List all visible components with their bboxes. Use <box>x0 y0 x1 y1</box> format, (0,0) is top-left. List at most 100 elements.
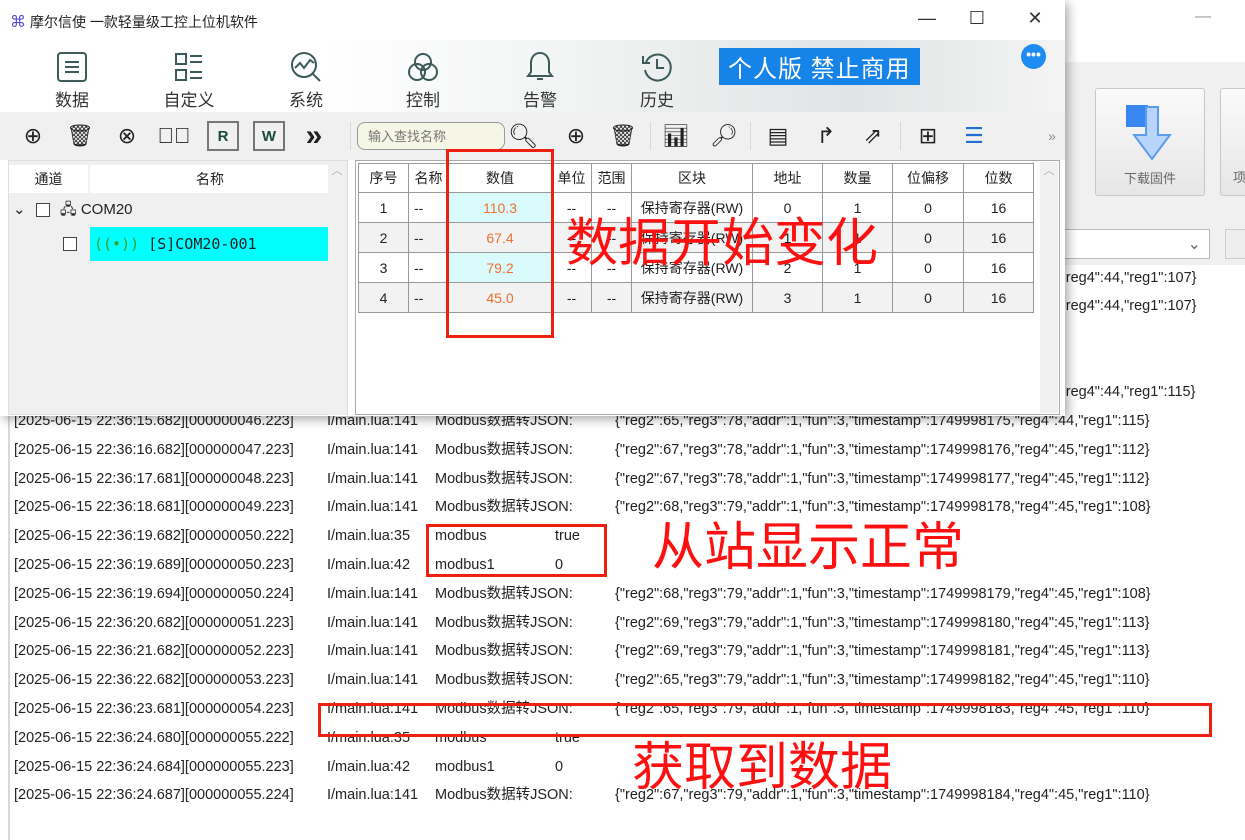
log-src: I/main.lua:141 <box>327 787 419 804</box>
log-json: {"reg2":67,"reg3":78,"addr":1,"fun":3,"t… <box>615 441 1150 458</box>
nav-label: 自定义 <box>163 91 215 110</box>
divider <box>900 122 901 150</box>
annotation-label: 从站显示正常 <box>652 519 965 577</box>
log-ts: [2025-06-15 22:36:20.682][000000051.223] <box>14 614 294 631</box>
table-cell: 16 <box>963 282 1034 313</box>
forward-icon[interactable]: ↱ <box>810 121 842 151</box>
scrollbar[interactable]: ︿ <box>328 162 346 415</box>
log-src: I/main.lua:141 <box>327 470 419 487</box>
check-icon[interactable]: ✓⃝ <box>158 121 191 151</box>
more-menu-button[interactable]: ••• <box>1021 44 1046 69</box>
tree-node-device[interactable]: ((•)) [S]COM20-001 <box>90 227 329 261</box>
column-header[interactable]: 范围 <box>591 163 632 193</box>
checkbox[interactable] <box>35 203 50 218</box>
nav-label: 系统 <box>289 91 323 110</box>
log-src: I/main.lua:35 <box>327 528 411 545</box>
add-row-icon[interactable]: ⊕ <box>560 121 592 151</box>
nav-history[interactable]: 历史 <box>612 50 702 111</box>
nav-custom[interactable]: 自定义 <box>144 50 234 111</box>
scrollbar[interactable]: ︿ <box>1040 162 1058 413</box>
annotation-box <box>446 149 554 338</box>
nav-alarm[interactable]: 告警 <box>495 50 585 111</box>
column-header[interactable]: 数量 <box>822 163 893 193</box>
annotation-box <box>426 524 607 577</box>
nav-label: 告警 <box>523 91 557 110</box>
download-firmware-button[interactable]: 下载固件 <box>1095 88 1205 196</box>
table-cell: 16 <box>963 222 1034 253</box>
inspect-icon[interactable]: 🔎︎ <box>708 121 740 151</box>
checkbox[interactable] <box>63 237 77 251</box>
tree-header-channel: 通道 <box>9 165 88 193</box>
divider <box>350 122 351 150</box>
log-ts: [2025-06-15 22:36:23.681][000000054.223] <box>14 701 294 717</box>
table-cell: 16 <box>963 192 1034 223</box>
log-ts: [2025-06-15 22:36:19.689][000000050.223] <box>14 557 294 573</box>
column-header[interactable]: 单位 <box>551 163 592 193</box>
port-select[interactable]: ⌄ <box>1060 229 1210 259</box>
nav-control[interactable]: 控制 <box>378 50 468 111</box>
log-fragment: 'reg4":44,"reg1":107} <box>1063 270 1197 286</box>
column-header[interactable]: 地址 <box>752 163 823 193</box>
column-header[interactable]: 序号 <box>358 163 409 193</box>
table-cell: 1 <box>822 282 893 313</box>
column-header[interactable]: 区块 <box>631 163 753 193</box>
tree-node-com20[interactable]: ⌄ 🖧︎ COM20 <box>13 199 133 224</box>
column-header[interactable]: 位数 <box>963 163 1034 193</box>
chevron-down-icon[interactable]: ⌄ <box>13 201 26 218</box>
table-cell: 0 <box>892 192 964 223</box>
log-msg: Modbus数据转JSON: <box>435 614 573 631</box>
log-ts: [2025-06-15 22:36:18.681][000000049.223] <box>14 499 294 516</box>
log-ts: [2025-06-15 22:36:24.680][000000055.222] <box>14 729 294 746</box>
log-json: {"reg2":69,"reg3":79,"addr":1,"fun":3,"t… <box>615 614 1150 631</box>
rings-icon <box>408 53 438 81</box>
read-icon[interactable]: R <box>207 121 239 151</box>
search-icon[interactable]: 🔍︎ <box>507 121 539 151</box>
edition-badge: 个人版 禁止商用 <box>719 48 920 85</box>
minimize-button[interactable]: — <box>1195 8 1211 26</box>
document-icon[interactable]: ▤ <box>762 121 794 151</box>
nav-label: 控制 <box>406 91 440 110</box>
table-cell: 1 <box>358 192 409 223</box>
close-button[interactable]: ✕ <box>1020 8 1050 29</box>
table-cell: -- <box>408 222 449 253</box>
list-icon <box>57 52 87 82</box>
bar-chart-icon[interactable]: 📊︎ <box>660 121 692 151</box>
maximize-button[interactable]: ☐ <box>962 8 992 29</box>
history-icon <box>642 53 672 82</box>
share-icon[interactable]: ⇗ <box>857 121 889 151</box>
log-ts: [2025-06-15 22:36:24.687][000000055.224] <box>14 787 294 804</box>
log-json: {"reg2":69,"reg3":79,"addr":1,"fun":3,"t… <box>615 643 1150 660</box>
column-header[interactable]: 名称 <box>408 163 449 193</box>
grid-icon[interactable]: ⊞ <box>912 121 944 151</box>
column-header[interactable]: 位偏移 <box>892 163 964 193</box>
log-msg: Modbus数据转JSON: <box>435 499 573 516</box>
write-icon[interactable]: W <box>253 121 285 151</box>
table-cell: 0 <box>892 282 964 313</box>
add-icon[interactable]: ⊕ <box>17 121 49 151</box>
expand-icon[interactable]: » <box>298 119 330 152</box>
cancel-icon[interactable]: ⊗ <box>111 121 143 151</box>
table-cell: 保持寄存器(RW) <box>631 282 753 313</box>
log-val: 0 <box>555 758 564 775</box>
minimize-button[interactable]: — <box>912 8 942 29</box>
nav-label: 数据 <box>55 91 89 110</box>
delete-row-icon[interactable]: 🗑︎ <box>607 121 639 151</box>
log-ts: [2025-06-15 22:36:21.682][000000052.223] <box>14 643 294 660</box>
window-title: ⌘ 摩尔信使 一款轻量级工控上位机软件 <box>10 12 258 32</box>
table-cell: 4 <box>358 282 409 313</box>
log-ts: [2025-06-15 22:36:24.684][000000055.223] <box>14 758 294 775</box>
log-json: {"reg2":65,"reg3":79,"addr":1,"fun":3,"t… <box>615 672 1150 689</box>
align-icon[interactable]: ☰ <box>958 121 990 151</box>
delete-icon[interactable]: 🗑︎ <box>64 121 96 151</box>
search-input[interactable] <box>357 122 505 150</box>
log-msg: modbus1 <box>435 758 495 775</box>
nav-system[interactable]: 系统 <box>261 50 351 111</box>
side-button[interactable] <box>1225 229 1245 259</box>
table-cell: 16 <box>963 252 1034 283</box>
annotation-label: 获取到数据 <box>632 739 893 797</box>
overflow-icon[interactable]: » <box>1036 121 1068 151</box>
project-button[interactable]: 项 <box>1220 88 1245 196</box>
table-cell: 0 <box>892 222 964 253</box>
nav-data[interactable]: 数据 <box>12 50 132 117</box>
table-cell: -- <box>551 282 592 313</box>
